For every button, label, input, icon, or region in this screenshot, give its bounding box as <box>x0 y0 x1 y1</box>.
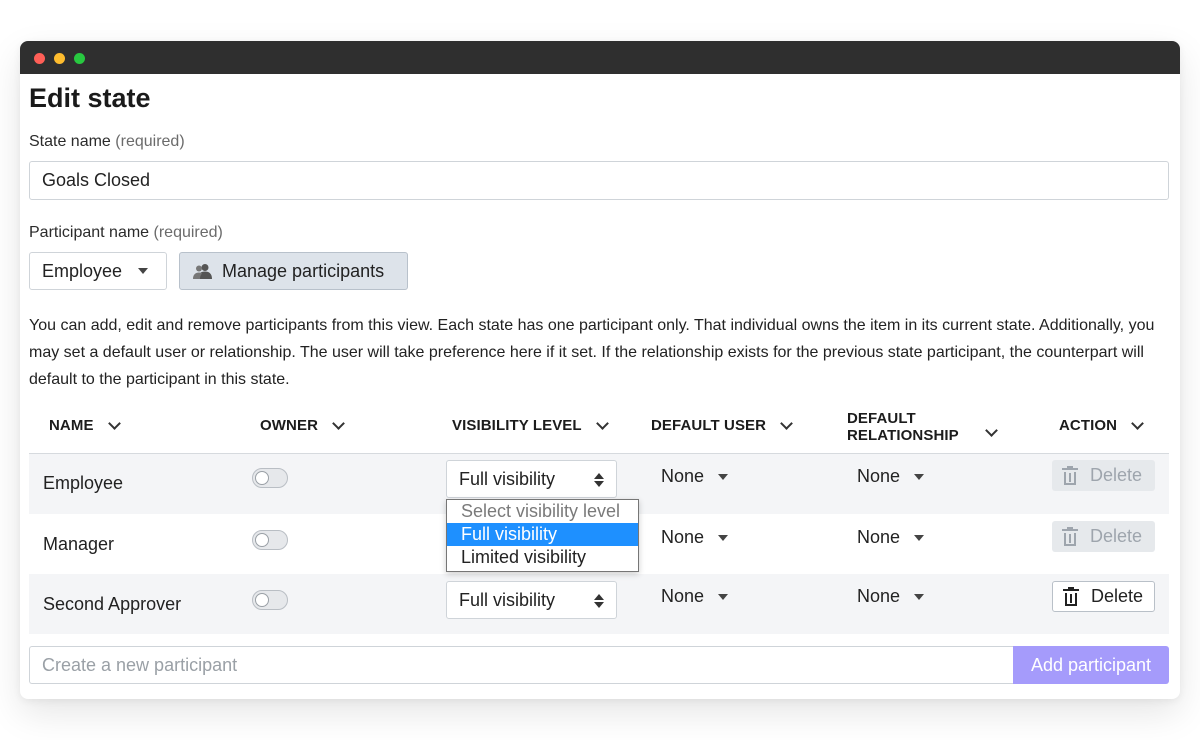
visibility-select-value: Full visibility <box>459 468 556 489</box>
visibility-options-list: Select visibility level Full visibility … <box>446 499 639 572</box>
trash-icon <box>1063 586 1079 606</box>
manage-participants-label: Manage participants <box>222 260 385 281</box>
participant-name-cell: Second Approver <box>43 594 182 614</box>
users-icon <box>193 264 212 279</box>
close-window-button[interactable] <box>34 53 45 64</box>
participants-description: You can add, edit and remove participant… <box>29 317 1155 388</box>
sort-arrows-icon <box>594 473 604 487</box>
default-user-value: None <box>661 466 705 486</box>
participant-select[interactable]: Employee <box>29 252 167 290</box>
default-relationship-value: None <box>857 466 901 486</box>
state-name-label: State name (required) <box>29 133 185 151</box>
column-header-owner-label: OWNER <box>260 417 318 434</box>
participant-select-value: Employee <box>42 260 123 281</box>
new-participant-placeholder: Create a new participant <box>42 654 238 675</box>
caret-down-icon <box>718 534 729 541</box>
visibility-option-limited[interactable]: Limited visibility <box>447 546 638 569</box>
default-user-value: None <box>661 586 705 606</box>
delete-label: Delete <box>1091 586 1144 606</box>
chevron-down-icon <box>107 416 121 430</box>
participant-name-label: Participant name (required) <box>29 224 223 242</box>
default-user-select[interactable]: None <box>661 586 729 607</box>
default-user-value: None <box>661 527 705 547</box>
column-header-name[interactable]: NAME <box>49 416 121 434</box>
owner-toggle[interactable] <box>252 590 288 610</box>
caret-down-icon <box>138 268 149 274</box>
caret-down-icon <box>914 534 925 541</box>
default-relationship-select[interactable]: None <box>857 466 925 487</box>
state-name-value: Goals Closed <box>42 170 151 190</box>
default-relationship-value: None <box>857 586 901 606</box>
default-relationship-select[interactable]: None <box>857 527 925 548</box>
default-user-select[interactable]: None <box>661 466 729 487</box>
caret-down-icon <box>914 473 925 480</box>
column-header-default-relationship-line2: RELATIONSHIP <box>847 427 959 444</box>
caret-down-icon <box>718 593 729 600</box>
visibility-option-full[interactable]: Full visibility <box>447 523 638 546</box>
column-header-action[interactable]: ACTION <box>1059 416 1144 434</box>
delete-label: Delete <box>1090 465 1143 485</box>
minimize-window-button[interactable] <box>54 53 65 64</box>
table-row: Second Approver Full visibility None Non… <box>29 574 1169 634</box>
delete-button[interactable]: Delete <box>1052 460 1155 491</box>
column-header-action-label: ACTION <box>1059 417 1118 434</box>
manage-participants-button[interactable]: Manage participants <box>179 252 408 290</box>
caret-down-icon <box>718 473 729 480</box>
owner-toggle[interactable] <box>252 468 288 488</box>
participant-name-cell: Employee <box>43 473 124 493</box>
participant-name-label-text: Participant name <box>29 224 150 241</box>
visibility-option-placeholder[interactable]: Select visibility level <box>447 500 638 523</box>
chevron-down-icon <box>780 416 793 430</box>
visibility-select-value: Full visibility <box>459 589 556 610</box>
column-header-default-relationship-line1: DEFAULT <box>847 410 916 427</box>
trash-icon <box>1062 526 1078 546</box>
toggle-knob <box>255 471 269 485</box>
new-participant-input[interactable]: Create a new participant <box>29 646 1013 684</box>
owner-toggle[interactable] <box>252 530 288 550</box>
required-hint: (required) <box>115 133 185 150</box>
column-header-visibility[interactable]: VISIBILITY LEVEL <box>452 416 609 434</box>
default-relationship-value: None <box>857 527 901 547</box>
column-header-owner[interactable]: OWNER <box>260 416 345 434</box>
column-header-default-relationship[interactable]: DEFAULT RELATIONSHIP <box>847 410 959 444</box>
column-header-default-user-label: DEFAULT USER <box>651 417 767 434</box>
visibility-select[interactable]: Full visibility <box>446 581 617 619</box>
sort-arrows-icon <box>594 594 604 608</box>
delete-button[interactable]: Delete <box>1052 521 1155 552</box>
delete-label: Delete <box>1090 526 1143 546</box>
maximize-window-button[interactable] <box>74 53 85 64</box>
toggle-knob <box>255 593 269 607</box>
participant-name-cell: Manager <box>43 534 115 554</box>
required-hint: (required) <box>153 224 223 241</box>
state-name-input[interactable]: Goals Closed <box>29 161 1169 200</box>
column-header-name-label: NAME <box>49 417 94 434</box>
chevron-down-icon <box>332 416 345 430</box>
app-window: Edit state State name (required) Goals C… <box>20 41 1180 699</box>
window-titlebar <box>20 41 1180 74</box>
toggle-knob <box>255 533 269 547</box>
caret-down-icon <box>914 593 925 600</box>
column-header-visibility-label: VISIBILITY LEVEL <box>452 417 582 434</box>
default-user-select[interactable]: None <box>661 527 729 548</box>
chevron-down-icon <box>1131 416 1144 430</box>
state-name-label-text: State name <box>29 133 111 150</box>
trash-icon <box>1062 465 1078 485</box>
chevron-down-icon <box>595 416 609 430</box>
delete-button[interactable]: Delete <box>1052 581 1155 612</box>
column-header-default-user[interactable]: DEFAULT USER <box>651 416 793 434</box>
page-title: Edit state <box>29 83 151 113</box>
visibility-select[interactable]: Full visibility <box>446 460 617 498</box>
chevron-down-icon[interactable] <box>985 424 998 437</box>
add-participant-button[interactable]: Add participant <box>1013 646 1169 684</box>
default-relationship-select[interactable]: None <box>857 586 925 607</box>
